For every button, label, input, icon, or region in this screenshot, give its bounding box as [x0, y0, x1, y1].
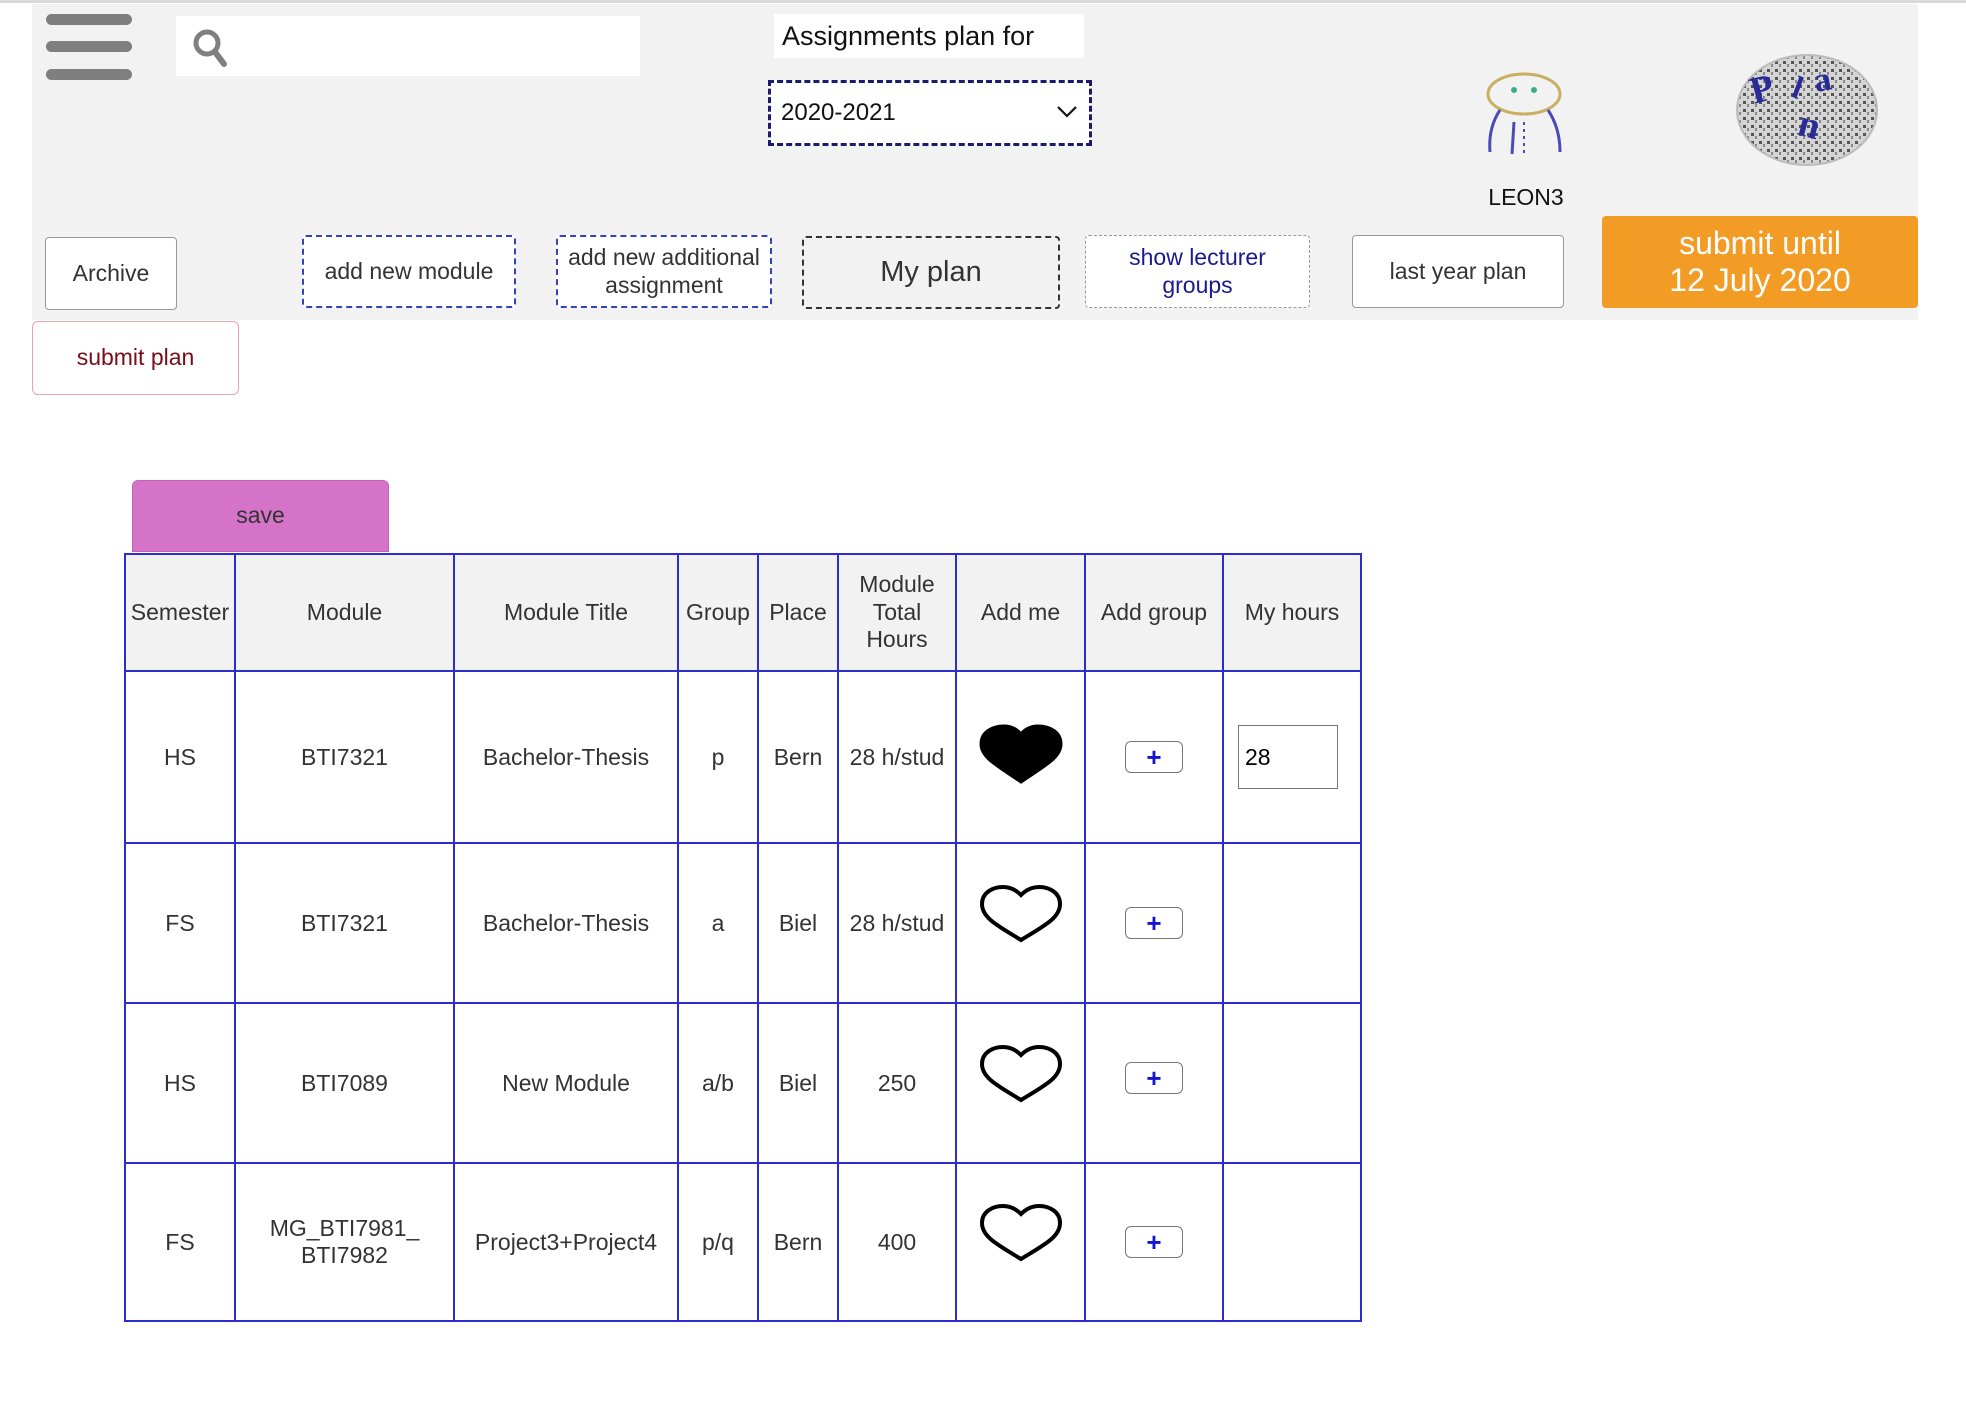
add-me-cell [955, 1002, 1086, 1164]
group-cell: p/q [677, 1162, 759, 1322]
add-group-button[interactable]: + [1125, 1062, 1183, 1094]
save-button[interactable]: save [132, 480, 389, 552]
add-me-cell [955, 670, 1086, 844]
table-row: HS BTI7089 New Module a/b Biel 250 + [124, 1002, 1362, 1164]
column-header-module: Module [234, 553, 455, 672]
add-me-cell [955, 1162, 1086, 1322]
add-me-cell [955, 842, 1086, 1004]
add-new-additional-assignment-button[interactable]: add new additional assignment [556, 235, 772, 308]
semester-cell: FS [124, 842, 236, 1004]
total-hours-cell: 250 [837, 1002, 957, 1164]
module-title-cell: New Module [453, 1002, 679, 1164]
my-hours-cell [1222, 1002, 1362, 1164]
module-title-cell: Bachelor-Thesis [453, 842, 679, 1004]
year-select-value: 2020-2021 [781, 99, 896, 126]
assignments-plan-label: Assignments plan for [774, 14, 1084, 58]
my-hours-cell [1222, 1162, 1362, 1322]
column-header-module-title: Module Title [453, 553, 679, 672]
semester-cell: HS [124, 1002, 236, 1164]
table-row: HS BTI7321 Bachelor-Thesis p Bern 28 h/s… [124, 670, 1362, 844]
search-box[interactable] [176, 16, 640, 76]
add-group-cell: + [1084, 842, 1224, 1004]
my-hours-cell [1222, 842, 1362, 1004]
submit-until-date: 12 July 2020 [1669, 262, 1851, 298]
place-cell: Biel [757, 842, 839, 1004]
submit-plan-button[interactable]: submit plan [32, 321, 239, 395]
semester-cell: FS [124, 1162, 236, 1322]
last-year-plan-button[interactable]: last year plan [1352, 235, 1564, 308]
user-avatar-icon[interactable] [1476, 66, 1572, 162]
group-cell: a/b [677, 1002, 759, 1164]
heart-outline-icon[interactable] [978, 882, 1064, 946]
add-new-module-button[interactable]: add new module [302, 235, 516, 308]
column-header-add-me: Add me [955, 553, 1086, 672]
window-top-border [0, 0, 1966, 3]
chevron-down-icon [1057, 106, 1077, 118]
search-input[interactable] [240, 24, 634, 70]
place-cell: Biel [757, 1002, 839, 1164]
heart-filled-icon[interactable] [978, 722, 1064, 786]
place-cell: Bern [757, 670, 839, 844]
module-cell: MG_BTI7981_ BTI7982 [234, 1162, 455, 1322]
archive-button[interactable]: Archive [45, 237, 177, 310]
group-cell: a [677, 842, 759, 1004]
add-group-cell: + [1084, 1002, 1224, 1164]
place-cell: Bern [757, 1162, 839, 1322]
show-lecturer-groups-button[interactable]: show lecturer groups [1085, 235, 1310, 308]
assignments-table: Semester Module Module Title Group Place… [124, 553, 1362, 1322]
module-title-cell: Bachelor-Thesis [453, 670, 679, 844]
table-row: FS MG_BTI7981_ BTI7982 Project3+Project4 … [124, 1162, 1362, 1322]
heart-outline-icon[interactable] [978, 1042, 1064, 1106]
username: LEON3 [1488, 184, 1564, 210]
add-group-cell: + [1084, 670, 1224, 844]
column-header-place: Place [757, 553, 839, 672]
column-header-semester: Semester [124, 553, 236, 672]
add-group-button[interactable]: + [1125, 741, 1183, 773]
table-header-row: Semester Module Module Title Group Place… [124, 553, 1362, 672]
column-header-my-hours: My hours [1222, 553, 1362, 672]
total-hours-cell: 400 [837, 1162, 957, 1322]
column-header-total-hours: Module Total Hours [837, 553, 957, 672]
menu-icon[interactable] [46, 14, 132, 80]
plan-logo: P l a n [1736, 54, 1878, 166]
column-header-add-group: Add group [1084, 553, 1224, 672]
total-hours-cell: 28 h/stud [837, 670, 957, 844]
total-hours-cell: 28 h/stud [837, 842, 957, 1004]
add-group-cell: + [1084, 1162, 1224, 1322]
module-cell: BTI7321 [234, 842, 455, 1004]
column-header-group: Group [677, 553, 759, 672]
module-cell: BTI7321 [234, 670, 455, 844]
submit-until-button[interactable]: submit until 12 July 2020 [1602, 216, 1918, 308]
show-lecturer-groups-label: show lecturer groups [1129, 243, 1266, 298]
group-cell: p [677, 670, 759, 844]
heart-outline-icon[interactable] [978, 1201, 1064, 1265]
table-row: FS BTI7321 Bachelor-Thesis a Biel 28 h/s… [124, 842, 1362, 1004]
my-hours-cell [1222, 670, 1362, 844]
year-select[interactable]: 2020-2021 [768, 80, 1092, 146]
semester-cell: HS [124, 670, 236, 844]
module-title-cell: Project3+Project4 [453, 1162, 679, 1322]
add-group-button[interactable]: + [1125, 1226, 1183, 1258]
module-cell: BTI7089 [234, 1002, 455, 1164]
add-new-additional-assignment-label: add new additional assignment [568, 243, 760, 298]
my-plan-button[interactable]: My plan [802, 236, 1060, 309]
submit-until-line1: submit until [1679, 225, 1841, 262]
add-group-button[interactable]: + [1125, 907, 1183, 939]
search-icon [193, 29, 227, 67]
my-hours-input[interactable] [1238, 725, 1338, 789]
